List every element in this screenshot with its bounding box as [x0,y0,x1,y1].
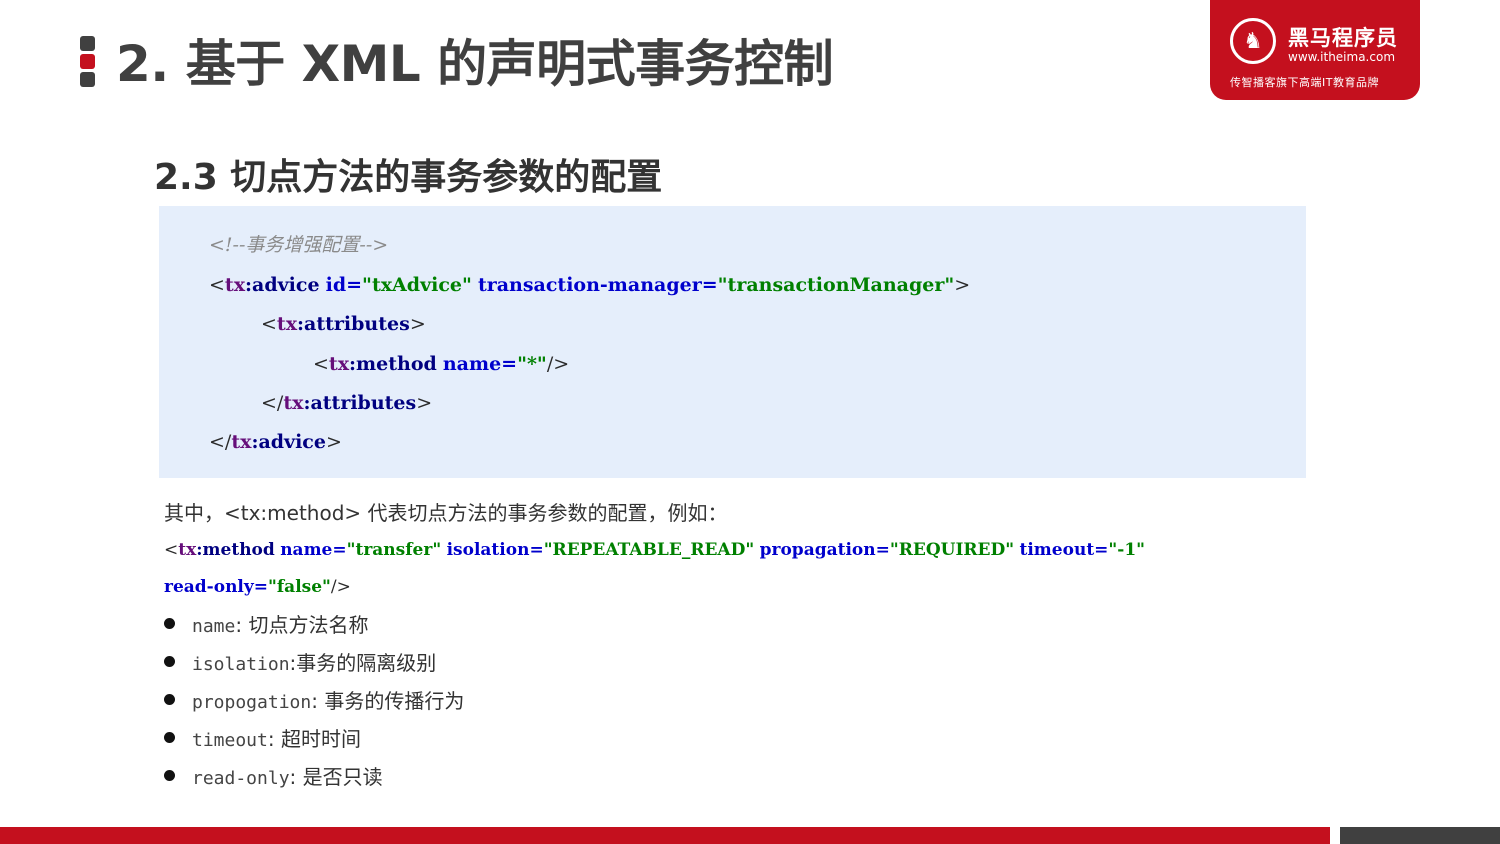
param-sep: : [235,613,249,637]
list-item: timeout: 超时时间 [164,722,464,760]
tag-bracket: > [416,392,433,414]
tag-name: method [356,353,437,375]
tag-name: attributes [304,313,410,335]
code-line-method: <tx:method name="*"/> [313,349,569,379]
param-key: propogation [192,692,312,713]
horse-head-icon: ♞ [1230,18,1276,64]
tag-bracket: < [164,540,179,560]
attr-value: "txAdvice" [362,274,472,296]
attr-name: transaction-manager [477,274,702,296]
param-sep: : [311,689,325,713]
tag-colon: : [349,353,357,375]
attr-name: id [325,274,347,296]
code-line-attributes-close: </tx:attributes> [261,388,432,418]
param-desc: 超时时间 [280,727,361,751]
code-line-advice-open: <tx:advice id="txAdvice" transaction-man… [209,270,970,300]
param-sep: : [289,765,303,789]
attr-value: "-1" [1108,540,1146,560]
attr-name: isolation [446,540,530,560]
tag-bracket: </ [261,392,284,414]
brand-slogan: 传智播客旗下高端IT教育品牌 [1230,76,1379,89]
tag-bracket: < [209,274,225,296]
tag-bracket: > [409,313,426,335]
accent-block-middle [80,54,95,69]
example-line-1: <tx:method name="transfer" isolation="RE… [164,535,1145,565]
param-key: isolation [192,654,290,675]
attr-value: "transfer" [346,540,442,560]
tag-namespace: tx [283,392,304,414]
tag-name: advice [252,274,320,296]
accent-block-bottom [80,72,95,87]
attr-eq: = [346,274,363,296]
list-item: propogation: 事务的传播行为 [164,684,464,722]
param-key: read-only [192,768,290,789]
attr-value: "REQUIRED" [889,540,1015,560]
attr-eq: = [253,577,269,597]
tag-bracket: < [261,313,277,335]
attr-name: name [280,540,333,560]
example-line-2: read-only="false"/> [164,572,351,602]
tag-namespace: tx [231,431,252,453]
attr-value: "false" [268,577,331,597]
param-desc: 是否只读 [302,765,383,789]
attr-name: timeout [1019,540,1095,560]
tag-namespace: tx [276,313,298,335]
accent-block-top [80,36,95,51]
tag-name: advice [258,431,326,453]
tag-bracket: < [313,353,329,375]
param-desc: 事务的传播行为 [324,689,465,713]
attr-name: propagation [759,540,876,560]
tag-colon: : [245,274,253,296]
page-title: 2. 基于 XML 的声明式事务控制 [116,35,834,93]
bullet-icon [164,732,175,743]
attr-name: name [442,353,502,375]
param-desc: 切点方法名称 [248,613,369,637]
tag-bracket: /> [330,577,351,597]
code-line-advice-close: </tx:advice> [209,427,342,457]
tag-name: method [202,540,275,560]
tag-bracket: > [954,274,971,296]
title-accent-bar [80,36,98,90]
param-desc: 事务的隔离级别 [296,651,437,675]
param-key: timeout [192,730,268,751]
footer-gray-bar [1340,827,1500,844]
attr-value: "REPEATABLE_READ" [543,540,755,560]
list-item: read-only: 是否只读 [164,760,464,798]
bullet-icon [164,694,175,705]
code-block: <!--事务增强配置--> <tx:advice id="txAdvice" t… [159,206,1306,478]
bullet-icon [164,770,175,781]
attr-eq: = [701,274,718,296]
attr-eq: = [332,540,347,560]
tag-namespace: tx [224,274,246,296]
list-item: name: 切点方法名称 [164,608,464,646]
attr-eq: = [501,353,518,375]
attr-value: "transactionManager" [717,274,955,296]
section-title: 2.3 切点方法的事务参数的配置 [154,157,663,198]
tag-name: attributes [310,392,417,414]
tag-namespace: tx [328,353,350,375]
description-text: 其中，<tx:method> 代表切点方法的事务参数的配置，例如： [164,501,728,525]
brand-url: www.itheima.com [1288,50,1396,64]
bullet-icon [164,618,175,629]
tag-bracket: </ [209,431,232,453]
brand-name: 黑马程序员 [1288,26,1398,50]
code-line-attributes-open: <tx:attributes> [261,309,426,339]
tag-namespace: tx [178,540,197,560]
attr-eq: = [1094,540,1109,560]
bullet-icon [164,656,175,667]
param-sep: : [267,727,281,751]
attr-value: "*" [517,353,547,375]
attr-eq: = [875,540,890,560]
list-item: isolation:事务的隔离级别 [164,646,464,684]
parameter-list: name: 切点方法名称 isolation:事务的隔离级别 propogati… [164,608,464,798]
tag-bracket: /> [546,353,570,375]
param-key: name [192,616,236,637]
tag-colon: : [297,313,305,335]
footer-red-bar [0,827,1330,844]
attr-name: read-only [164,577,254,597]
tag-bracket: > [325,431,342,453]
brand-logo: ♞ 黑马程序员 www.itheima.com 传智播客旗下高端IT教育品牌 [1210,0,1420,100]
attr-eq: = [529,540,544,560]
code-comment: <!--事务增强配置--> [209,234,389,256]
